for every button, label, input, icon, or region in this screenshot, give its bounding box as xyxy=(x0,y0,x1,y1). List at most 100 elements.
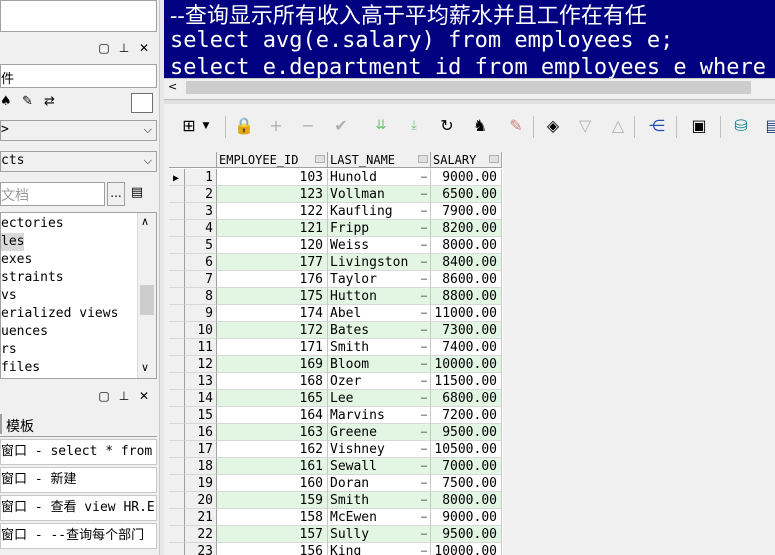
row-indicator[interactable] xyxy=(169,339,185,356)
cell-last-name[interactable]: Livingston… xyxy=(328,254,431,271)
filter-icon[interactable]: ✎ xyxy=(22,94,33,109)
cell-last-name[interactable]: Ozer… xyxy=(328,373,431,390)
ellipsis-icon[interactable]: … xyxy=(421,186,427,201)
cell-employee-id[interactable]: 165 xyxy=(217,390,328,407)
sort-down-icon[interactable]: ▽ xyxy=(574,116,596,136)
window-list-item[interactable]: 窗口 - select * from xyxy=(0,439,157,465)
search-options-button[interactable]: ▤ xyxy=(127,182,147,206)
chevron-down-icon[interactable]: ▼ xyxy=(200,116,212,136)
post-icon[interactable]: ✔ xyxy=(330,116,352,136)
table-row[interactable]: 4 121 Fripp … 8200.00 xyxy=(169,220,503,237)
cell-salary[interactable]: 7900.00 xyxy=(431,203,502,220)
cell-salary[interactable]: 8400.00 xyxy=(431,254,502,271)
cell-salary[interactable]: 9000.00 xyxy=(431,509,502,526)
object-tree[interactable]: ectories les exes straints vs erialized views… xyxy=(0,212,157,379)
cell-salary[interactable]: 6800.00 xyxy=(431,390,502,407)
cell-last-name[interactable]: Fripp… xyxy=(328,220,431,237)
cell-employee-id[interactable]: 123 xyxy=(217,186,328,203)
ellipsis-icon[interactable]: … xyxy=(421,356,427,371)
table-row[interactable]: 3 122 Kaufling … 7900.00 xyxy=(169,203,503,220)
chevron-down-icon[interactable]: ⌵ xyxy=(144,123,152,137)
clear-icon[interactable]: ✎ xyxy=(505,116,527,136)
cell-salary[interactable]: 7500.00 xyxy=(431,475,502,492)
vertical-scrollbar[interactable]: ∧ ∨ xyxy=(137,213,156,378)
ellipsis-icon[interactable]: … xyxy=(421,526,427,541)
cell-salary[interactable]: 10000.00 xyxy=(431,356,502,373)
fetch-next-icon[interactable]: ⇊ xyxy=(370,116,392,136)
table-row[interactable]: 15 164 Marvins … 7200.00 xyxy=(169,407,503,424)
object-type-combo[interactable]: cts ⌵ xyxy=(0,151,157,172)
table-row[interactable]: 10 172 Bates … 7300.00 xyxy=(169,322,503,339)
column-menu-icon[interactable] xyxy=(418,155,428,163)
row-indicator[interactable] xyxy=(169,203,185,220)
cell-last-name[interactable]: Smith… xyxy=(328,492,431,509)
cell-last-name[interactable]: Abel… xyxy=(328,305,431,322)
table-row[interactable]: 6 177 Livingston … 8400.00 xyxy=(169,254,503,271)
row-indicator[interactable] xyxy=(169,441,185,458)
ellipsis-icon[interactable]: … xyxy=(421,271,427,286)
window-list-item[interactable]: 窗口 - --查询每个部门 xyxy=(0,523,157,549)
tab-template-label[interactable]: 模板 xyxy=(6,416,34,436)
object-tree-item[interactable]: erialized views xyxy=(1,305,118,323)
sql-editor[interactable]: --查询显示所有收入高于平均薪水并且工作在有任 select avg(e.sal… xyxy=(164,0,775,78)
cell-salary[interactable]: 8000.00 xyxy=(431,237,502,254)
cell-salary[interactable]: 7300.00 xyxy=(431,322,502,339)
cell-employee-id[interactable]: 121 xyxy=(217,220,328,237)
color-box[interactable] xyxy=(131,93,153,113)
cell-employee-id[interactable]: 162 xyxy=(217,441,328,458)
pin-icon[interactable]: ⊥ xyxy=(117,389,131,403)
minimize-icon[interactable]: ▢ xyxy=(97,389,111,403)
ellipsis-icon[interactable]: … xyxy=(421,543,427,555)
column-header-last-name[interactable]: LAST_NAME xyxy=(328,152,431,168)
ellipsis-icon[interactable]: … xyxy=(421,169,427,184)
ellipsis-icon[interactable]: … xyxy=(421,492,427,507)
table-row[interactable]: ▶ 1 103 Hunold … 9000.00 xyxy=(169,169,503,186)
cell-employee-id[interactable]: 158 xyxy=(217,509,328,526)
ellipsis-icon[interactable]: … xyxy=(421,390,427,405)
find-icon[interactable]: ♞ xyxy=(469,116,491,136)
table-row[interactable]: 9 174 Abel … 11000.00 xyxy=(169,305,503,322)
sort-up-icon[interactable]: △ xyxy=(607,116,629,136)
ellipsis-icon[interactable]: … xyxy=(421,509,427,524)
table-row[interactable]: 16 163 Greene … 9500.00 xyxy=(169,424,503,441)
cell-employee-id[interactable]: 157 xyxy=(217,526,328,543)
cell-last-name[interactable]: Vollman… xyxy=(328,186,431,203)
minimize-icon[interactable]: ▢ xyxy=(97,41,111,55)
cell-employee-id[interactable]: 169 xyxy=(217,356,328,373)
scroll-left-icon[interactable]: < xyxy=(168,80,177,93)
row-indicator[interactable] xyxy=(169,237,185,254)
lock-icon[interactable]: 🔒 xyxy=(233,116,255,136)
search-browse-button[interactable]: ... xyxy=(107,182,125,206)
print-icon[interactable]: ▤ xyxy=(762,116,775,136)
ellipsis-icon[interactable]: … xyxy=(421,254,427,269)
object-tree-item[interactable]: uences xyxy=(1,323,48,341)
table-row[interactable]: 21 158 McEwen … 9000.00 xyxy=(169,509,503,526)
cell-last-name[interactable]: Bates… xyxy=(328,322,431,339)
fetch-all-icon[interactable]: ⤓ xyxy=(403,116,425,136)
single-record-icon[interactable]: ⋲ xyxy=(646,116,668,136)
ellipsis-icon[interactable]: … xyxy=(421,288,427,303)
row-indicator[interactable] xyxy=(169,424,185,441)
row-indicator[interactable] xyxy=(169,373,185,390)
cell-employee-id[interactable]: 103 xyxy=(217,169,328,186)
search-input[interactable]: 文档 xyxy=(0,182,105,206)
object-tree-item[interactable]: ectories xyxy=(1,215,64,233)
ellipsis-icon[interactable]: … xyxy=(421,237,427,252)
table-row[interactable]: 5 120 Weiss … 8000.00 xyxy=(169,237,503,254)
row-indicator[interactable] xyxy=(169,390,185,407)
scroll-thumb[interactable] xyxy=(186,81,751,94)
table-row[interactable]: 8 175 Hutton … 8800.00 xyxy=(169,288,503,305)
row-indicator[interactable] xyxy=(169,288,185,305)
row-indicator[interactable] xyxy=(169,305,185,322)
column-menu-icon[interactable] xyxy=(315,155,325,163)
query-by-example-icon[interactable]: ◈ xyxy=(542,116,564,136)
result-grid[interactable]: EMPLOYEE_ID LAST_NAME SALARY ▶ 1 103 Hunold… xyxy=(169,152,503,555)
row-indicator[interactable] xyxy=(169,186,185,203)
refresh-icon[interactable]: ⇄ xyxy=(44,94,55,109)
object-tree-item[interactable]: exes xyxy=(1,251,32,269)
row-indicator[interactable] xyxy=(169,458,185,475)
find-icon[interactable]: ♠ xyxy=(0,94,12,109)
cell-last-name[interactable]: McEwen… xyxy=(328,509,431,526)
ellipsis-icon[interactable]: … xyxy=(421,458,427,473)
row-indicator[interactable] xyxy=(169,526,185,543)
